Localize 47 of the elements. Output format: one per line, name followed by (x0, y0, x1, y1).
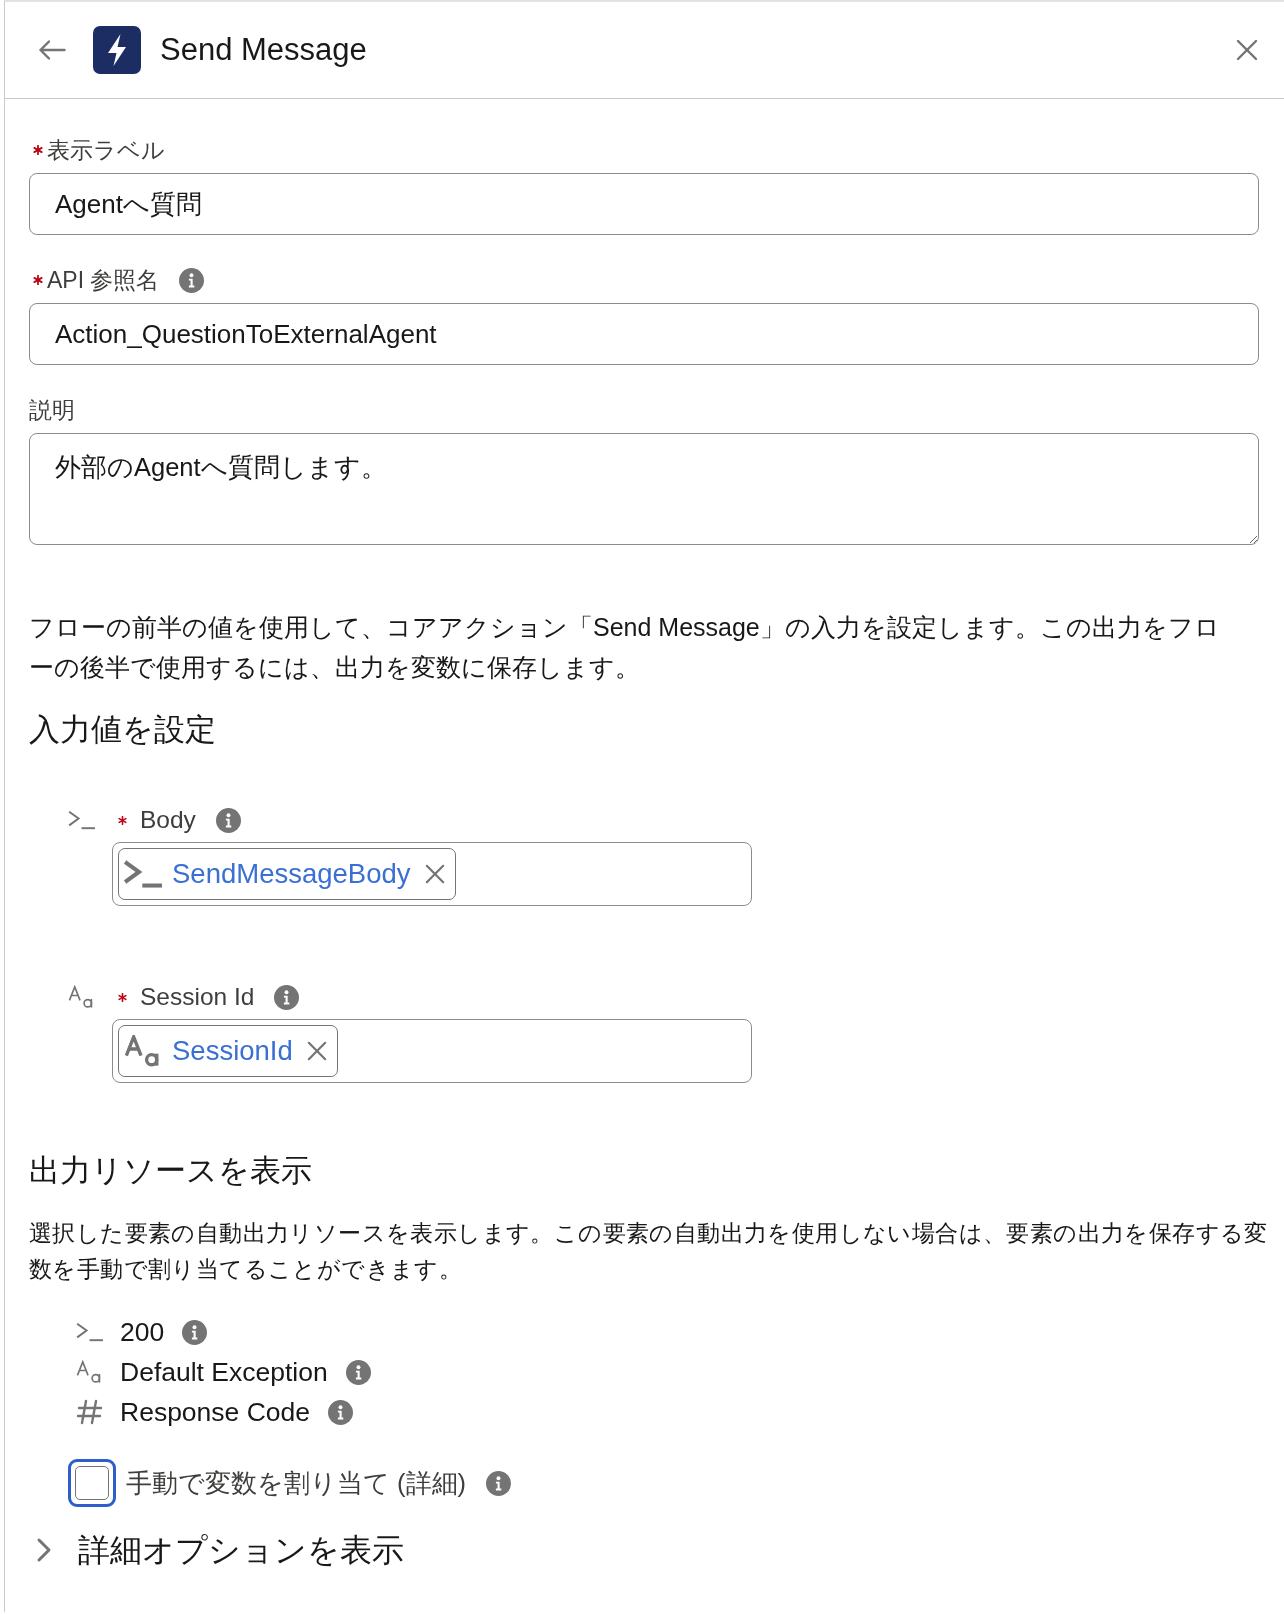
checkbox-label: 手動で変数を割り当て (詳細) (126, 1467, 467, 1499)
field-label: API 参照名 (47, 265, 160, 295)
resource-pill[interactable]: SessionId (118, 1025, 338, 1077)
terminal-prompt-icon (68, 810, 95, 830)
lightning-bolt-icon (93, 26, 141, 74)
resource-field[interactable]: SendMessageBody (112, 842, 752, 906)
text-type-icon (68, 985, 95, 1009)
remove-icon (306, 1041, 327, 1061)
terminal-prompt-icon (76, 1322, 103, 1342)
field-label: 説明 (29, 395, 75, 425)
info-icon[interactable] (215, 807, 241, 833)
close-icon (1236, 39, 1258, 61)
section-heading: 入力値を設定 (29, 711, 217, 749)
output-resource-label: 200 (120, 1316, 165, 1348)
text-area[interactable]: 外部のAgentへ質問します。 (29, 433, 1259, 545)
back-button[interactable] (38, 39, 66, 61)
output-resource-label: Default Exception (120, 1356, 328, 1388)
terminal-prompt-icon (124, 860, 162, 888)
info-icon[interactable] (328, 1399, 354, 1425)
resource-pill[interactable]: SendMessageBody (118, 848, 456, 900)
resource-name: SessionId (172, 1035, 293, 1067)
text-type-icon (76, 1360, 103, 1384)
input-label: Body (140, 806, 196, 834)
close-button[interactable] (1236, 39, 1258, 61)
panel-title: Send Message (160, 32, 367, 68)
info-icon[interactable] (274, 984, 300, 1010)
checkbox[interactable] (68, 1459, 116, 1507)
field-label: 表示ラベル (47, 135, 165, 165)
text-field[interactable]: Action_QuestionToExternalAgent (29, 303, 1259, 365)
info-icon[interactable] (486, 1470, 512, 1496)
intro-text: フローの前半の値を使用して、コアアクション「Send Message」の入力を設定します。この出力をフローの後半で使用するには、出力を変数に保存します。 (29, 612, 1221, 683)
input-label: Session Id (140, 983, 255, 1011)
resource-name: SendMessageBody (172, 858, 411, 890)
info-icon[interactable] (182, 1319, 208, 1345)
advanced-options-toggle[interactable]: 詳細オプションを表示 (29, 1528, 404, 1572)
hash-icon (76, 1399, 103, 1425)
section-heading: 出力リソースを表示 (29, 1152, 313, 1190)
back-arrow-icon (38, 39, 66, 61)
info-icon[interactable] (345, 1359, 371, 1385)
remove-button[interactable] (424, 864, 445, 884)
remove-button[interactable] (306, 1041, 327, 1061)
section-description: 選択した要素の自動出力リソースを表示します。この要素の自動出力を使用しない場合は、要素の出力を保存する変数を手動で割り当てることができます。 (29, 1219, 1269, 1284)
text-field[interactable]: Agentへ質問 (29, 173, 1259, 235)
info-icon[interactable] (179, 267, 205, 293)
output-resource-label: Response Code (120, 1396, 311, 1428)
remove-icon (424, 864, 445, 884)
resource-field[interactable]: SessionId (112, 1019, 752, 1083)
